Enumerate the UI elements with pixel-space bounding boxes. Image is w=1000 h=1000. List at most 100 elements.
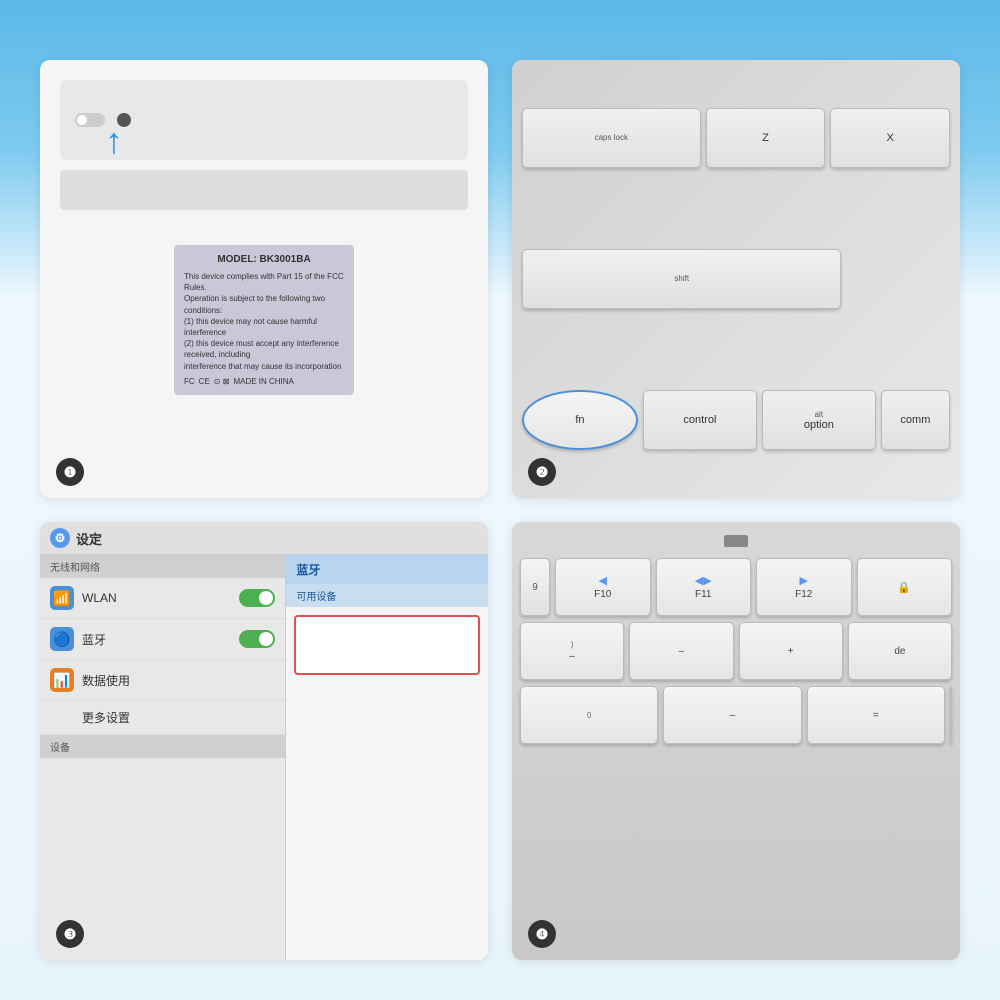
shift-label: shift [674,274,689,283]
key-f11[interactable]: ◀▶ F11 [656,558,752,616]
settings-ui: ⚙ 设定 无线和网络 📶 WLAN 🔵 [40,522,488,960]
step-number-2: ❷ [528,458,556,486]
device-list-box [294,615,480,675]
step3-cell: ⚙ 设定 无线和网络 📶 WLAN 🔵 [40,522,488,960]
settings-item-more[interactable]: 更多设置 [40,701,285,735]
step2-cell: caps lock Z X shift fn [512,60,960,498]
ce-cert: CE [199,376,210,387]
cert-icons: FC CE ⊙ ⊠ MADE IN CHINA [184,376,344,387]
f11-label: F11 [695,589,712,600]
key-equals[interactable]: = [807,686,945,744]
settings-body: 无线和网络 📶 WLAN 🔵 蓝牙 [40,555,488,960]
kb4-num-row-1: ) – – + de [520,622,952,680]
data-icon: 📊 [50,668,74,692]
key-fn[interactable]: fn [522,390,638,450]
bt-icon: 🔵 [50,627,74,651]
bt-toggle-knob [259,632,273,646]
key-f12[interactable]: ▶ F12 [756,558,852,616]
key-x[interactable]: X [830,108,950,168]
key-paren-close[interactable]: ) – [520,622,624,680]
sticker-text-2: Operation is subject to the following tw… [184,293,344,315]
settings-right-panel: 蓝牙 可用设备 [286,555,488,960]
delete-label: de [894,646,905,657]
minus-label: – [679,646,685,657]
f10-label: F10 [594,589,611,600]
settings-item-wlan[interactable]: 📶 WLAN [40,578,285,619]
sticker-text-3: (1) this device may not cause harmful in… [184,316,344,338]
key-command[interactable]: comm [881,390,950,450]
key-lock[interactable]: 🔒 [857,558,953,616]
power-slider[interactable] [75,113,105,127]
sticker-text-5: interference that may cause its incorpor… [184,361,344,372]
step-number-1: ❶ [56,458,84,486]
sticker-text-1: This device complies with Part 15 of the… [184,271,344,293]
settings-left-panel: 无线和网络 📶 WLAN 🔵 蓝牙 [40,555,286,960]
key-spacer [950,686,952,744]
equals-label: = [873,710,879,721]
step1-cell: ↑ MODEL: BK3001BA This device complies w… [40,60,488,498]
model-number: MODEL: BK3001BA [184,253,344,267]
key-row-2: shift [522,211,950,346]
f11-icon: ◀▶ [695,574,712,587]
key-zero[interactable]: 0 [520,686,658,744]
zero-label: 0 [587,711,591,720]
more-label: 更多设置 [50,709,275,726]
f12-icon: ▶ [800,574,808,587]
keyboard-back-body [60,170,468,210]
key-row-3: fn control alt option comm [522,353,950,488]
key-caps-lock[interactable]: caps lock [522,108,701,168]
sticker-text-4: (2) this device must accept any interfer… [184,338,344,360]
key-plus[interactable]: + [739,622,843,680]
minus2-label: – [730,710,736,721]
settings-item-data[interactable]: 📊 数据使用 [40,660,285,701]
step-number-3: ❸ [56,920,84,948]
devices-section-title: 设备 [40,735,285,758]
settings-title: 设定 [76,529,102,548]
wlan-icon: 📶 [50,586,74,610]
settings-title-bar: ⚙ 设定 [40,522,488,555]
command-label: comm [900,414,930,426]
key-minus[interactable]: – [629,622,733,680]
wlan-label: WLAN [82,591,231,605]
settings-gear-icon: ⚙ [50,528,70,548]
key-9[interactable]: 9 [520,558,550,616]
bt-label: 蓝牙 [82,631,231,648]
settings-item-bluetooth[interactable]: 🔵 蓝牙 [40,619,285,660]
made-in: MADE IN CHINA [233,376,293,387]
wlan-toggle[interactable] [239,589,275,607]
available-devices-title: 可用设备 [286,584,488,607]
f10-icon: ◀ [599,574,607,587]
key-minus2[interactable]: – [663,686,801,744]
key-z[interactable]: Z [706,108,826,168]
bt-toggle[interactable] [239,630,275,648]
key-alt-option[interactable]: alt option [762,390,876,450]
option-label: option [804,419,834,431]
keyboard-top-view: caps lock Z X shift fn [512,60,960,498]
model-sticker: MODEL: BK3001BA This device complies wit… [174,245,354,395]
paren-top: ) [571,640,574,649]
keyboard-fn-view: 9 ◀ F10 ◀▶ F11 ▶ F12 🔒 [512,522,960,960]
step4-cell: 9 ◀ F10 ◀▶ F11 ▶ F12 🔒 [512,522,960,960]
caps-lock-label: caps lock [595,133,628,142]
key-delete[interactable]: de [848,622,952,680]
key-control[interactable]: control [643,390,757,450]
kb4-fn-row: 9 ◀ F10 ◀▶ F11 ▶ F12 🔒 [520,558,952,616]
plus-label: + [788,646,794,657]
usb-port [724,535,748,547]
paren-bottom: – [569,651,575,662]
other-certs: ⊙ ⊠ [214,376,230,387]
key-f10[interactable]: ◀ F10 [555,558,651,616]
fn-label: fn [575,414,584,426]
wireless-section-title: 无线和网络 [40,555,285,578]
wlan-toggle-knob [259,591,273,605]
f12-label: F12 [795,589,812,600]
keyboard-back-top: ↑ [60,80,468,160]
alt-label: alt [815,410,823,419]
z-label: Z [762,132,769,144]
x-label: X [886,132,893,144]
bt-panel-title: 蓝牙 [286,555,488,584]
data-label: 数据使用 [82,672,275,689]
key-shift[interactable]: shift [522,249,841,309]
main-grid: ↑ MODEL: BK3001BA This device complies w… [0,0,1000,1000]
fc-cert: FC [184,376,195,387]
